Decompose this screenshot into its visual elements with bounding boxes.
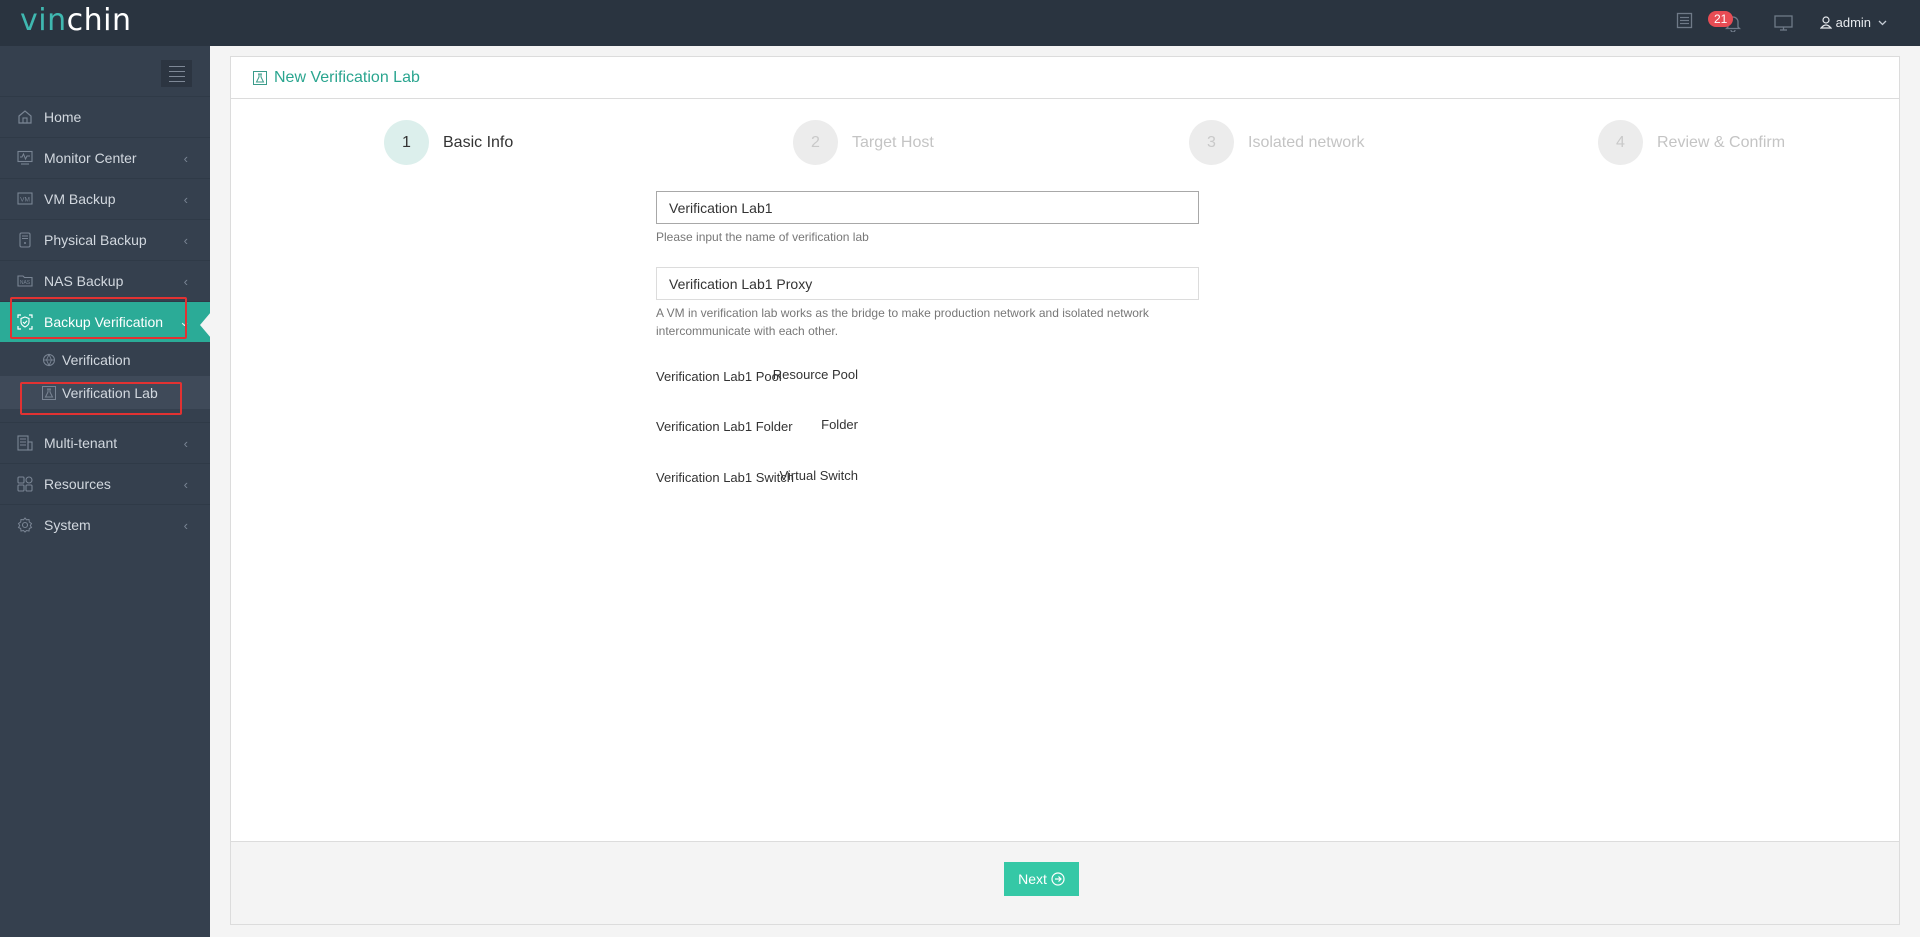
sidebar-item-backup-verification[interactable]: Backup Verification ⌄ [0, 301, 210, 342]
monitor-icon[interactable] [1774, 15, 1793, 36]
resources-icon [17, 476, 33, 492]
step-label: Target Host [852, 133, 934, 151]
user-icon [1819, 16, 1833, 29]
sidebar-item-vm-backup[interactable]: VM VM Backup ‹ [0, 178, 210, 219]
help-line: A VM in verification lab works as the br… [656, 306, 1149, 320]
logo-text-part1: vin [20, 3, 67, 38]
resource-pool-label: Resource Pool [772, 367, 858, 382]
step-number: 3 [1189, 120, 1234, 165]
panel-footer: Next [231, 841, 1899, 924]
step-basic-info: 1 Basic Info [384, 120, 513, 165]
nas-icon: NAS [17, 273, 33, 289]
virtual-switch-value: Verification Lab1 Switch [656, 470, 795, 485]
chevron-left-icon: ‹ [183, 232, 188, 248]
sidebar-item-label: Resources [44, 476, 111, 492]
help-line: intercommunicate with each other. [656, 324, 839, 338]
sidebar-subitem-label: Verification Lab [62, 384, 158, 401]
physical-server-icon [17, 232, 33, 248]
sidebar-item-label: NAS Backup [44, 273, 124, 289]
next-button[interactable]: Next [1004, 862, 1079, 896]
arrow-right-circle-icon [1051, 872, 1065, 886]
shield-check-icon [17, 314, 33, 330]
sidebar-item-physical-backup[interactable]: Physical Backup ‹ [0, 219, 210, 260]
sidebar-item-label: Monitor Center [44, 150, 137, 166]
sidebar-item-label: Multi-tenant [44, 435, 118, 451]
task-list-icon[interactable] [1676, 12, 1693, 34]
sidebar-subitem-verification-lab[interactable]: Verification Lab [0, 376, 210, 409]
panel-header: New Verification Lab [231, 57, 1899, 99]
multi-tenant-icon [17, 435, 33, 451]
svg-text:VM: VM [20, 197, 30, 204]
next-button-label: Next [1018, 871, 1047, 887]
chevron-left-icon: ‹ [183, 435, 188, 451]
new-verification-lab-panel: New Verification Lab 1 Basic Info 2 Targ… [230, 56, 1900, 925]
gateway-proxy-input[interactable] [656, 267, 1199, 300]
sidebar-item-label: System [44, 517, 91, 533]
chevron-left-icon: ‹ [183, 150, 188, 166]
vm-icon: VM [17, 191, 33, 207]
step-isolated-network: 3 Isolated network [1189, 120, 1365, 165]
sidebar-item-label: Physical Backup [44, 232, 147, 248]
monitor-center-icon [17, 150, 33, 166]
flask-icon [42, 385, 56, 400]
sidebar-item-home[interactable]: Home [0, 96, 210, 137]
resource-pool-value: Verification Lab1 Pool [656, 369, 782, 384]
lab-name-input[interactable] [656, 191, 1199, 224]
home-icon [17, 109, 33, 125]
step-number: 4 [1598, 120, 1643, 165]
step-review-confirm: 4 Review & Confirm [1598, 120, 1785, 165]
top-bar: vinchin 21 admin [0, 0, 1920, 46]
notification-count-badge[interactable]: 21 [1708, 11, 1734, 27]
sidebar-subitem-verification[interactable]: Verification [0, 343, 210, 376]
chevron-left-icon: ‹ [183, 476, 188, 492]
folder-label: Folder [821, 417, 858, 432]
sidebar-item-nas-backup[interactable]: NAS NAS Backup ‹ [0, 260, 210, 301]
step-label: Isolated network [1248, 133, 1365, 151]
user-menu[interactable]: admin [1819, 15, 1887, 30]
sidebar-toggle-button[interactable] [161, 60, 192, 87]
sidebar-subitem-label: Verification [62, 351, 131, 368]
step-target-host: 2 Target Host [793, 120, 934, 165]
sidebar-item-monitor-center[interactable]: Monitor Center ‹ [0, 137, 210, 178]
verification-icon [42, 352, 56, 367]
step-number: 1 [384, 120, 429, 165]
chevron-down-icon [1878, 20, 1887, 26]
active-indicator-arrow [200, 312, 211, 338]
flask-icon [253, 70, 267, 85]
user-name: admin [1835, 15, 1872, 30]
page-title: New Verification Lab [274, 68, 420, 86]
step-label: Basic Info [443, 133, 514, 151]
chevron-left-icon: ‹ [183, 273, 188, 289]
sidebar-item-system[interactable]: System ‹ [0, 504, 210, 545]
chevron-left-icon: ‹ [183, 517, 188, 533]
sidebar-item-multi-tenant[interactable]: Multi-tenant ‹ [0, 422, 210, 463]
logo-text-part2: chin [66, 3, 132, 38]
sidebar: Home Monitor Center ‹ VM VM Backup ‹ Phy… [0, 46, 211, 937]
chevron-down-icon: ⌄ [179, 314, 190, 329]
chevron-left-icon: ‹ [183, 191, 188, 207]
sidebar-item-label: VM Backup [44, 191, 116, 207]
gateway-proxy-help: A VM in verification lab works as the br… [656, 304, 1216, 340]
step-number: 2 [793, 120, 838, 165]
gear-icon [17, 517, 33, 533]
lab-name-help: Please input the name of verification la… [656, 230, 869, 244]
sidebar-item-label: Backup Verification [44, 314, 164, 330]
vinchin-logo: vinchin [20, 3, 131, 38]
folder-value: Verification Lab1 Folder [656, 419, 793, 434]
step-label: Review & Confirm [1657, 133, 1786, 151]
sidebar-item-label: Home [44, 109, 82, 125]
svg-text:NAS: NAS [20, 280, 31, 286]
sidebar-item-resources[interactable]: Resources ‹ [0, 463, 210, 504]
